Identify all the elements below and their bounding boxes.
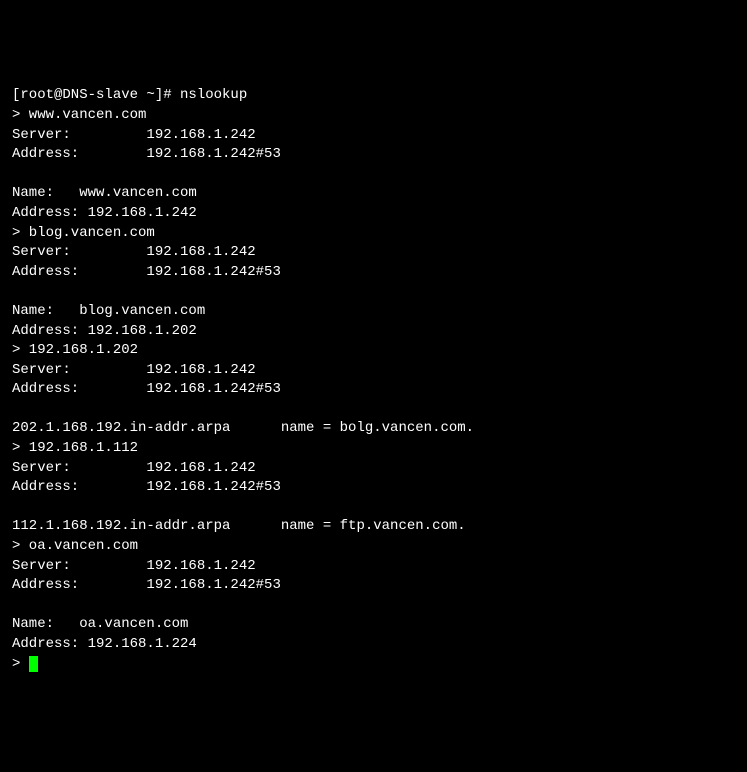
address-line: Address: 192.168.1.242#53 xyxy=(12,264,281,280)
query-line: > 192.168.1.202 xyxy=(12,342,138,358)
address-line: Address: 192.168.1.242 xyxy=(12,205,197,221)
address-line: Address: 192.168.1.242#53 xyxy=(12,479,281,495)
address-line: Address: 192.168.1.242#53 xyxy=(12,146,281,162)
server-line: Server: 192.168.1.242 xyxy=(12,127,256,143)
cursor-icon xyxy=(29,656,38,672)
ptr-line: 112.1.168.192.in-addr.arpa name = ftp.va… xyxy=(12,518,466,534)
name-line: Name: oa.vancen.com xyxy=(12,616,188,632)
server-line: Server: 192.168.1.242 xyxy=(12,558,256,574)
query-line: > blog.vancen.com xyxy=(12,225,155,241)
server-line: Server: 192.168.1.242 xyxy=(12,244,256,260)
ptr-line: 202.1.168.192.in-addr.arpa name = bolg.v… xyxy=(12,420,474,436)
address-line: Address: 192.168.1.202 xyxy=(12,323,197,339)
address-line: Address: 192.168.1.224 xyxy=(12,636,197,652)
terminal-output[interactable]: [root@DNS-slave ~]# nslookup > www.vance… xyxy=(12,86,735,674)
address-line: Address: 192.168.1.242#53 xyxy=(12,577,281,593)
query-line: > 192.168.1.112 xyxy=(12,440,138,456)
prompt-line: > xyxy=(12,656,29,672)
name-line: Name: www.vancen.com xyxy=(12,185,197,201)
prompt-line: [root@DNS-slave ~]# nslookup xyxy=(12,87,247,103)
server-line: Server: 192.168.1.242 xyxy=(12,460,256,476)
query-line: > www.vancen.com xyxy=(12,107,146,123)
server-line: Server: 192.168.1.242 xyxy=(12,362,256,378)
name-line: Name: blog.vancen.com xyxy=(12,303,205,319)
address-line: Address: 192.168.1.242#53 xyxy=(12,381,281,397)
query-line: > oa.vancen.com xyxy=(12,538,138,554)
